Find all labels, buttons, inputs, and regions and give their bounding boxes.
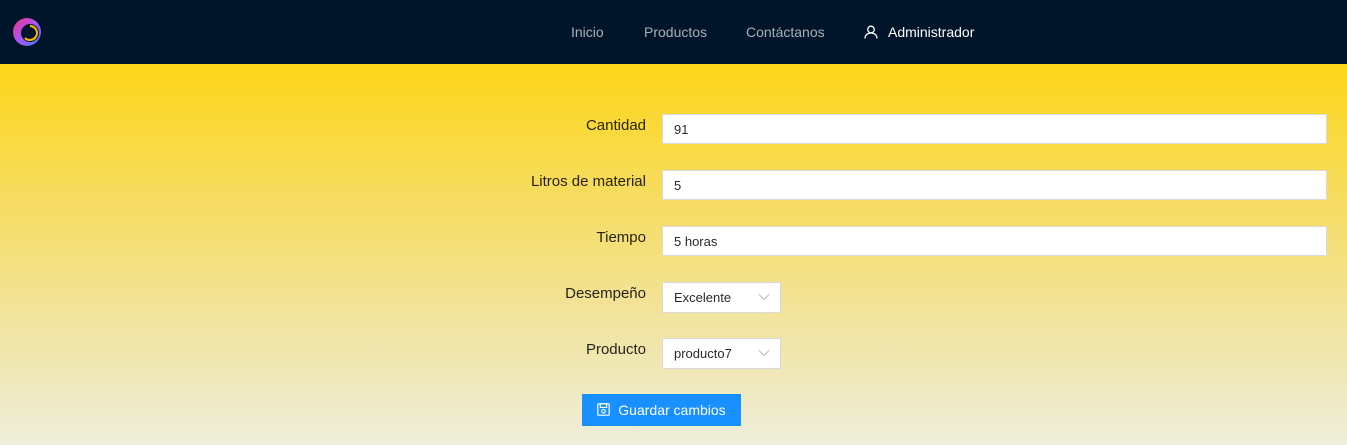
save-changes-button[interactable]: Guardar cambios	[582, 394, 741, 426]
swirl-logo-icon[interactable]	[11, 16, 43, 48]
producto-label: Producto	[585, 341, 646, 358]
form-area: Cantidad Litros de material Tiempo Desem…	[0, 64, 1347, 445]
user-label: Administrador	[888, 24, 975, 40]
nav-item-contactanos[interactable]: Contáctanos	[746, 0, 825, 64]
litros-label: Litros de material	[530, 173, 646, 190]
chevron-down-icon	[758, 294, 770, 301]
tiempo-input[interactable]	[662, 226, 1327, 256]
cantidad-input[interactable]	[662, 114, 1327, 144]
form-row-cantidad: Cantidad	[0, 114, 1347, 146]
producto-select[interactable]: producto7	[662, 338, 781, 369]
form-row-producto: Producto producto7	[0, 338, 1347, 370]
producto-selected-value: producto7	[674, 346, 732, 361]
save-button-label: Guardar cambios	[618, 402, 726, 418]
nav-item-inicio[interactable]: Inicio	[571, 0, 604, 64]
form-row-litros: Litros de material	[0, 170, 1347, 202]
top-navbar: Inicio Productos Contáctanos Administrad…	[0, 0, 1347, 64]
desempeno-label: Desempeño	[565, 285, 646, 302]
chevron-down-icon	[758, 350, 770, 357]
nav-item-productos[interactable]: Productos	[644, 0, 707, 64]
form-row-desempeno: Desempeño Excelente	[0, 282, 1347, 314]
nav-item-user-menu[interactable]: Administrador	[864, 0, 974, 64]
litros-input[interactable]	[662, 170, 1327, 200]
tiempo-label: Tiempo	[596, 229, 646, 246]
cantidad-label: Cantidad	[585, 117, 646, 134]
form-row-tiempo: Tiempo	[0, 226, 1347, 258]
desempeno-select[interactable]: Excelente	[662, 282, 781, 313]
desempeno-selected-value: Excelente	[674, 290, 732, 305]
save-icon	[597, 403, 611, 417]
user-icon	[864, 25, 878, 39]
